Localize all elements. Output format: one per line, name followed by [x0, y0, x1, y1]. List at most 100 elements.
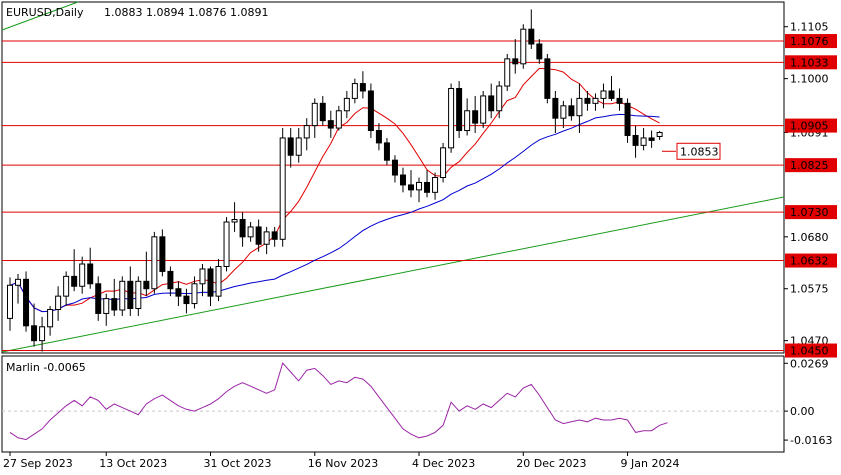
level-label: 1.0632	[790, 255, 829, 268]
candle	[448, 83, 455, 153]
candle-body-bullish	[440, 147, 447, 178]
candle	[528, 9, 535, 49]
candle-body-bullish	[448, 88, 455, 149]
candle	[472, 95, 479, 134]
candle-body-bearish	[95, 283, 102, 314]
candle	[544, 53, 551, 104]
date-tick-label: 16 Nov 2023	[308, 457, 378, 470]
marked-level-label: 1.0853	[680, 145, 719, 158]
candle	[31, 303, 38, 347]
candle	[656, 131, 663, 140]
candle	[536, 39, 543, 64]
candle-body-bearish	[327, 120, 334, 129]
candle	[151, 231, 158, 294]
candle	[239, 212, 246, 247]
candle	[416, 177, 423, 203]
candle	[175, 281, 182, 307]
candle-body-bearish	[239, 219, 246, 238]
candle	[143, 251, 150, 297]
candle-body-bearish	[159, 236, 166, 272]
candle	[79, 256, 86, 294]
candle	[7, 277, 13, 331]
candle	[624, 98, 631, 143]
date-tick-label: 9 Jan 2024	[621, 457, 680, 470]
candle	[263, 226, 270, 255]
candle-body-bullish	[343, 97, 350, 112]
candle	[319, 95, 326, 126]
candle-body-bullish	[119, 280, 126, 311]
candle-body-bearish	[23, 278, 30, 327]
candle-body-bearish	[367, 90, 374, 132]
candle-body-bullish	[520, 28, 527, 65]
candle-body-bearish	[456, 88, 463, 132]
candle	[432, 172, 439, 200]
price-tick-label: 1.0680	[790, 231, 829, 244]
marlin-panel-border	[1, 355, 785, 453]
candle	[71, 249, 78, 292]
candle	[183, 288, 190, 314]
candle	[488, 83, 495, 119]
candle-body-bearish	[71, 275, 78, 287]
candle	[343, 90, 350, 119]
price-panel: 1.0853	[1, 1, 785, 353]
candle	[456, 81, 463, 138]
date-tick-label: 4 Dec 2023	[412, 457, 475, 470]
candle-body-bearish	[207, 268, 214, 297]
candle	[520, 24, 527, 69]
candle-body-bearish	[632, 134, 639, 146]
candle-body-bearish	[544, 58, 551, 99]
candle-body-bullish	[311, 102, 318, 127]
candle-body-bullish	[600, 90, 607, 99]
candle-body-bearish	[255, 226, 262, 245]
candle-body-bearish	[488, 95, 495, 112]
level-label: 1.0825	[790, 159, 829, 172]
candle	[496, 81, 503, 119]
candle-body-bullish	[496, 85, 503, 112]
candle	[464, 98, 471, 136]
candle	[15, 273, 22, 304]
candle-body-bearish	[167, 270, 174, 290]
level-label: 1.1033	[790, 56, 829, 69]
candle-body-bearish	[399, 174, 406, 186]
candle	[103, 293, 110, 326]
candle	[480, 90, 487, 129]
candle-body-bearish	[512, 58, 519, 65]
candle	[271, 226, 278, 247]
candle-body-bullish	[263, 231, 270, 245]
candle-body-bearish	[359, 83, 366, 92]
candle	[351, 78, 358, 104]
candle	[247, 221, 254, 242]
candle	[440, 142, 447, 183]
level-label: 1.0905	[790, 120, 829, 133]
candle-body-bullish	[151, 236, 158, 290]
candle	[359, 71, 366, 99]
chart-frame	[1, 1, 785, 453]
chart-canvas: 1.0853 1.11051.10001.08911.06801.05751.0…	[1, 1, 837, 470]
candle-body-bearish	[143, 280, 150, 290]
candle-body-bearish	[319, 102, 326, 122]
candle	[335, 105, 342, 131]
candle-body-bearish	[608, 90, 615, 99]
candle-body-bearish	[584, 97, 591, 104]
candle	[55, 286, 62, 321]
candle-body-bullish	[640, 137, 647, 146]
candle	[367, 83, 374, 138]
candle-body-bullish	[656, 132, 663, 137]
candle	[95, 276, 102, 321]
candle-body-bullish	[191, 283, 198, 305]
candle-body-bullish	[79, 263, 86, 287]
level-label: 1.0730	[790, 206, 829, 219]
date-tick-label: 20 Dec 2023	[516, 457, 586, 470]
candle-body-bullish	[464, 110, 471, 132]
candle	[616, 88, 623, 111]
candle-body-bearish	[111, 298, 118, 311]
candle-body-bearish	[287, 137, 294, 156]
candle	[552, 90, 559, 134]
candle-body-bullish	[295, 137, 302, 156]
candle	[504, 53, 511, 91]
candle	[311, 98, 318, 138]
candle-body-bullish	[39, 326, 46, 342]
candle	[135, 276, 142, 316]
candle-body-bullish	[480, 95, 487, 124]
fast-moving-average-line	[9, 67, 660, 313]
